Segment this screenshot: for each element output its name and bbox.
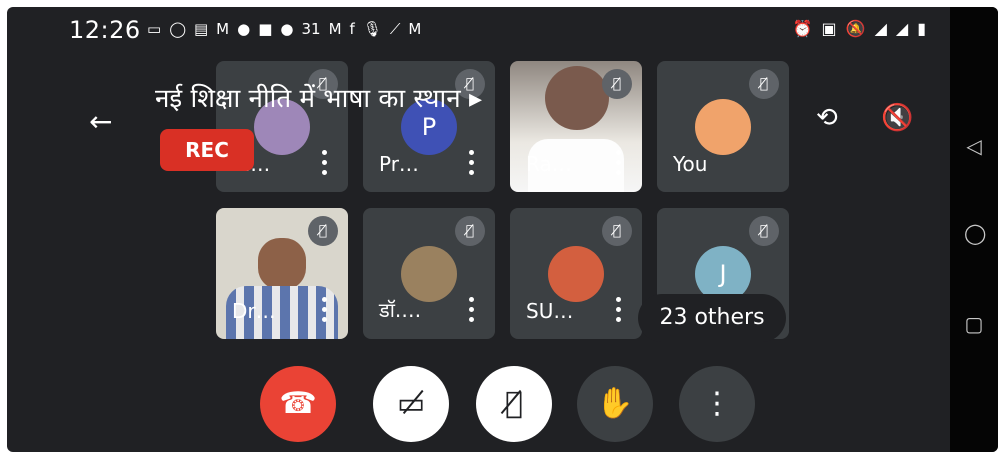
mic-off-icon[interactable]: 🎙̸	[476, 366, 552, 442]
participant-video	[545, 66, 609, 130]
status-icons-left: ▭ ◯ ▤ M ● ■ ● 31 M f 🎙 ⟋ M	[147, 20, 421, 38]
others-chip[interactable]: 23 others	[638, 294, 786, 342]
status-bar: 12:26 ▭ ◯ ▤ M ● ■ ● 31 M f 🎙 ⟋ M ⏰ ▣ 🔕 ◢…	[7, 7, 950, 53]
mic-off-icon: 🎙̸	[749, 69, 779, 99]
participant-tile[interactable]: डॉ.… 🎙̸	[363, 208, 495, 339]
status-icons-right: ⏰ ▣ 🔕 ◢ ◢ ▮	[793, 19, 926, 38]
volte-icon: ▣	[821, 19, 837, 38]
wand-icon: ⟋	[389, 20, 401, 38]
calendar-icon: 31	[301, 20, 321, 38]
dot-icon: ●	[237, 20, 251, 38]
hand-icon[interactable]: ✋	[577, 366, 653, 442]
participant-name: डॉ.…	[379, 298, 422, 322]
mic-off-icon: 🎙̸	[455, 216, 485, 246]
cast-icon: ■	[258, 20, 273, 38]
video-off-icon[interactable]: ▭̸	[373, 366, 449, 442]
participant-video-tile[interactable]: Ra… 🎙̸	[510, 61, 642, 192]
meeting-title[interactable]: नई शिक्षा नीति में भाषा का स्थान ▸	[155, 79, 482, 115]
home-circle-icon[interactable]: ◯	[964, 223, 986, 243]
more-vert-icon[interactable]	[614, 297, 622, 322]
back-triangle-icon[interactable]: ◁	[964, 136, 984, 156]
gmail-icon: M	[216, 20, 230, 38]
gmail-icon: M	[328, 20, 342, 38]
mic-off-icon: 🎙̸	[602, 216, 632, 246]
mic-off-icon: 🎙̸	[308, 216, 338, 246]
phone-hangup-icon[interactable]: ☎	[260, 366, 336, 442]
participant-tile[interactable]: You 🎙̸	[657, 61, 789, 192]
signal-icon: ◢	[895, 19, 909, 38]
recording-badge: REC	[160, 129, 254, 171]
participant-name: SU…	[526, 299, 574, 323]
recent-square-icon[interactable]: ▢	[964, 314, 984, 334]
arrow-left-icon[interactable]: ←	[89, 105, 112, 138]
system-navbar: ◁ ◯ ▢	[950, 7, 998, 452]
more-vert-icon[interactable]	[320, 297, 328, 322]
speaker-off-icon[interactable]: 🔇	[881, 103, 913, 133]
avatar	[401, 246, 457, 302]
participant-name: You	[673, 152, 708, 176]
participant-video	[258, 238, 306, 290]
participant-name: Pr…	[379, 152, 419, 176]
participant-name: Dr…	[232, 299, 276, 323]
whatsapp-icon: ◯	[169, 20, 186, 38]
avatar	[695, 99, 751, 155]
participant-name: Ra…	[526, 152, 572, 176]
phone-screen: 12:26 ▭ ◯ ▤ M ● ■ ● 31 M f 🎙 ⟋ M ⏰ ▣ 🔕 ◢…	[7, 7, 998, 452]
notes-icon: ▤	[193, 20, 209, 38]
more-vert-icon[interactable]: ⋮	[679, 366, 755, 442]
signal-4g-icon: ◢	[874, 19, 887, 38]
more-vert-icon[interactable]	[614, 150, 622, 175]
status-time: 12:26	[69, 16, 141, 44]
avatar	[548, 246, 604, 302]
battery-icon: ▮	[917, 19, 926, 38]
alarm-icon: ⏰	[792, 19, 813, 38]
dot-icon: ●	[280, 20, 294, 38]
more-vert-icon[interactable]	[467, 150, 475, 175]
more-vert-icon[interactable]	[320, 150, 328, 175]
mic-off-icon: 🎙̸	[602, 69, 632, 99]
flip-camera-icon[interactable]: ⟲	[816, 103, 838, 133]
mute-icon: 🔕	[845, 19, 866, 38]
participant-tile[interactable]: SU… 🎙̸	[510, 208, 642, 339]
gmail-icon: M	[408, 20, 422, 38]
video-icon: ▭	[147, 20, 162, 38]
mic-icon: 🎙	[362, 20, 382, 38]
fb-icon: f	[349, 20, 355, 38]
more-vert-icon[interactable]	[467, 297, 475, 322]
participant-video-tile[interactable]: Dr… 🎙̸	[216, 208, 348, 339]
mic-off-icon: 🎙̸	[749, 216, 779, 246]
